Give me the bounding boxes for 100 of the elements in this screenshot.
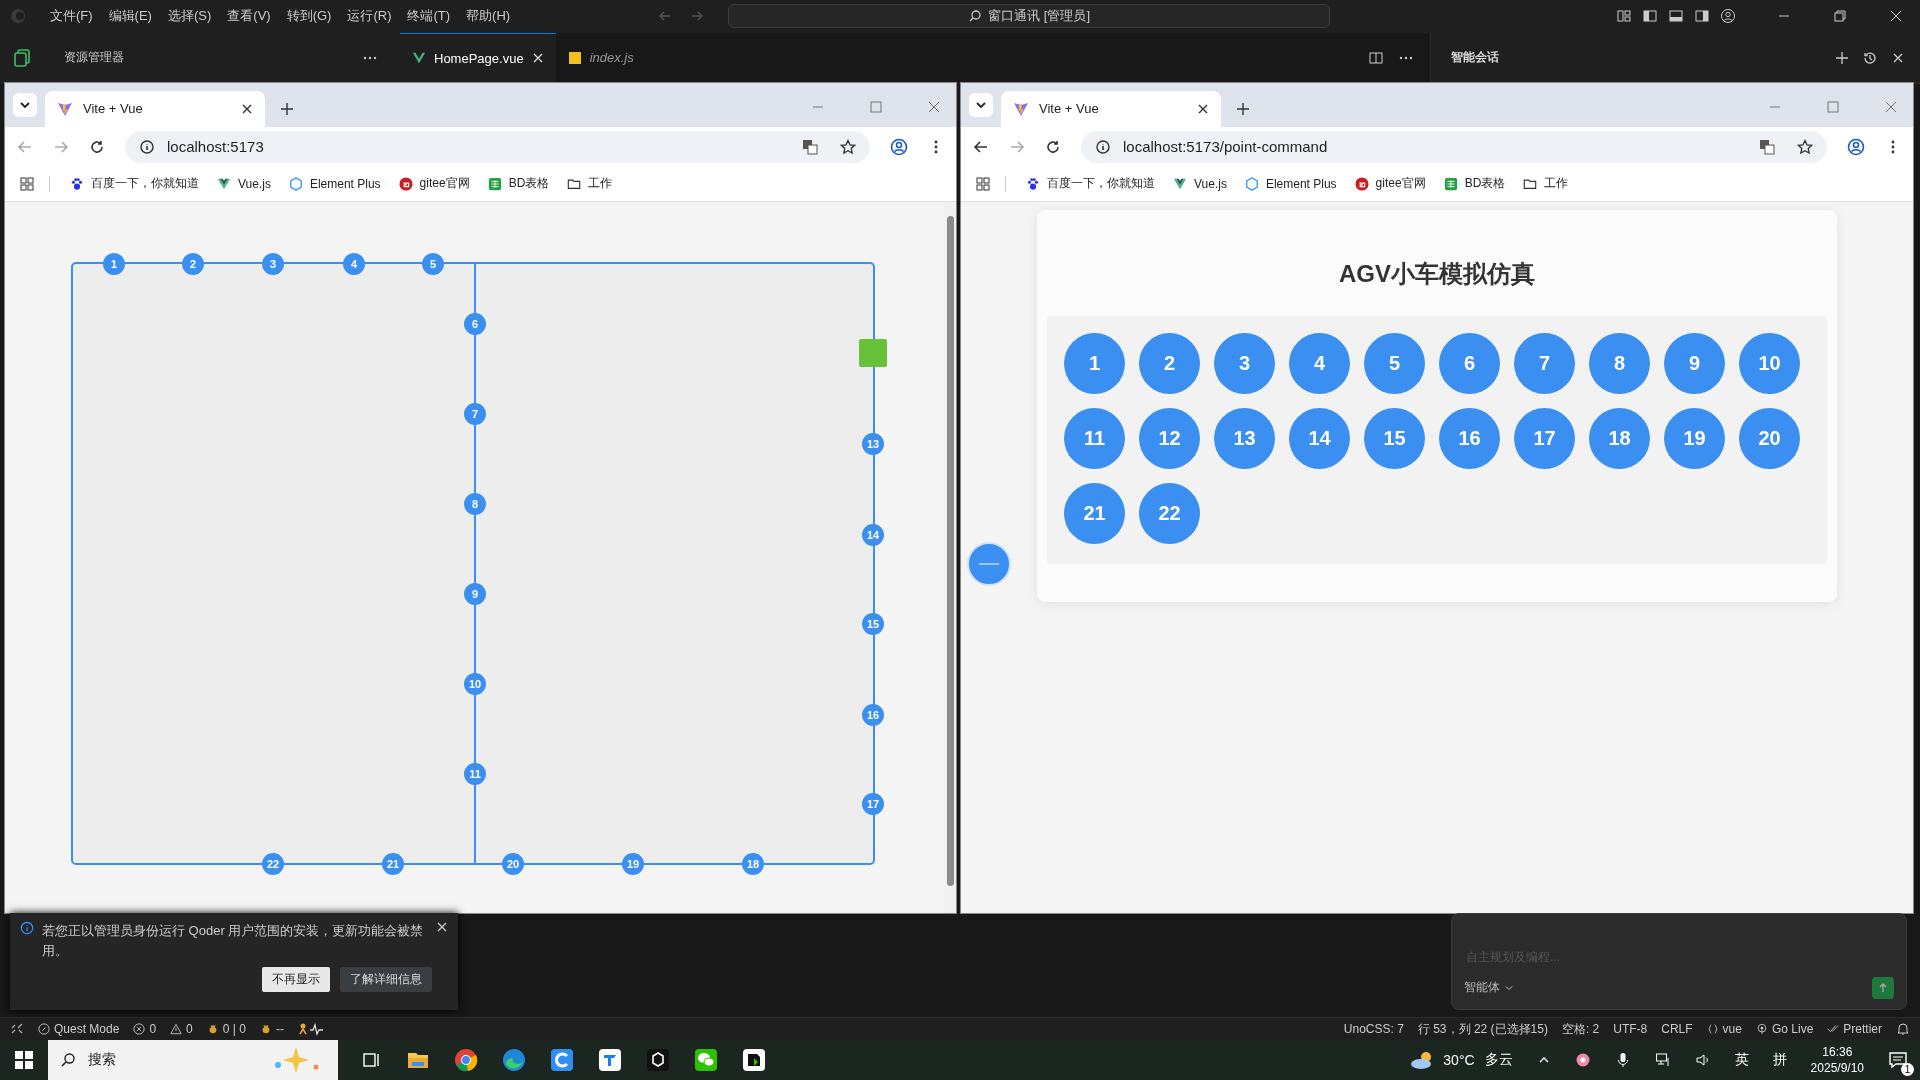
apps-grid-icon[interactable]: [19, 175, 35, 192]
info-icon[interactable]: [1095, 138, 1111, 155]
menu-item[interactable]: 运行(R): [339, 7, 400, 26]
panel-toggle-icon[interactable]: [1668, 8, 1684, 25]
status-item[interactable]: 0: [170, 1022, 193, 1036]
start-icon[interactable]: [14, 1050, 34, 1070]
star-icon[interactable]: [840, 138, 856, 155]
bookmark[interactable]: Element Plus: [282, 176, 387, 191]
bookmark[interactable]: 工作: [561, 175, 619, 193]
close-icon[interactable]: [436, 920, 448, 933]
activity-icon[interactable]: [297, 1022, 326, 1036]
menu-item[interactable]: 终端(T): [399, 7, 459, 26]
profile-icon[interactable]: [1847, 137, 1865, 156]
apps-grid-icon[interactable]: [975, 175, 991, 192]
split-editor-icon[interactable]: [1368, 49, 1384, 66]
browser-icon[interactable]: [454, 1048, 478, 1072]
close-icon[interactable]: [1197, 102, 1209, 115]
sidebar-toggle-icon[interactable]: [1642, 8, 1658, 25]
status-item[interactable]: 0: [133, 1022, 157, 1036]
remote-icon[interactable]: [10, 1022, 24, 1036]
close-icon[interactable]: [241, 102, 253, 115]
bookmark[interactable]: gitee官网: [392, 175, 476, 193]
history-icon[interactable]: [1862, 49, 1878, 66]
editor-tab[interactable]: HomePage.vue: [400, 32, 556, 83]
network-icon[interactable]: [1654, 1052, 1671, 1068]
bookmark[interactable]: 百度一下，你就知道: [64, 175, 205, 193]
plus-icon[interactable]: [1834, 49, 1850, 66]
tab-search-icon[interactable]: [969, 92, 993, 117]
input-method-indicator[interactable]: 英: [1734, 1051, 1749, 1069]
restore-icon[interactable]: [1832, 8, 1848, 25]
menu-item[interactable]: 编辑(E): [100, 7, 160, 26]
bookmark[interactable]: Vue.js: [211, 176, 277, 191]
back-arrow-icon[interactable]: [973, 138, 989, 155]
files-icon[interactable]: [12, 47, 32, 68]
translate-icon[interactable]: [802, 138, 818, 155]
browser-icon[interactable]: [502, 1048, 526, 1072]
tab-search-icon[interactable]: [13, 92, 37, 117]
bookmark[interactable]: gitee官网: [1348, 175, 1432, 193]
bookmark[interactable]: 工作: [1517, 175, 1575, 193]
menu-item[interactable]: 选择(S): [159, 7, 220, 26]
flower-icon[interactable]: [1574, 1052, 1591, 1068]
bookmark[interactable]: Vue.js: [1167, 176, 1233, 191]
volume-icon[interactable]: [1694, 1052, 1711, 1068]
menu-item[interactable]: 帮助(H): [458, 7, 519, 26]
address-bar[interactable]: localhost:5173/point-command: [1081, 130, 1827, 163]
translate-icon[interactable]: [1759, 138, 1775, 155]
menu-item[interactable]: 转到(G): [278, 7, 340, 26]
status-item[interactable]: UnoCSS: 7: [1343, 1022, 1404, 1036]
input-method-indicator[interactable]: 拼: [1772, 1051, 1787, 1069]
send-button[interactable]: [1872, 976, 1894, 999]
notification-button[interactable]: 了解详细信息: [340, 966, 432, 992]
status-item[interactable]: --: [259, 1022, 284, 1036]
status-item[interactable]: vue: [1706, 1022, 1742, 1036]
account-icon[interactable]: [1720, 8, 1736, 25]
sidebar-toggle-icon[interactable]: [1694, 8, 1710, 25]
info-icon[interactable]: [139, 138, 155, 155]
status-item[interactable]: Go Live: [1755, 1022, 1814, 1036]
address-bar[interactable]: localhost:5173: [125, 130, 870, 163]
status-item[interactable]: 0 | 0: [206, 1022, 246, 1036]
spreadsheet-icon: [1443, 176, 1458, 191]
star-icon[interactable]: [1797, 138, 1813, 155]
new-tab-icon[interactable]: [279, 100, 295, 117]
app-icon[interactable]: [646, 1048, 670, 1072]
status-item[interactable]: 行 53，列 22 (已选择15): [1417, 1020, 1548, 1038]
menu-item[interactable]: 查看(V): [219, 7, 279, 26]
new-tab-icon[interactable]: [1235, 100, 1251, 117]
browser-tab[interactable]: Vite + Vue: [45, 90, 265, 127]
browser-tab[interactable]: Vite + Vue: [1001, 90, 1221, 127]
notification-message: 若您正以管理员身份运行 Qoder 用户范围的安装，更新功能会被禁用。: [42, 921, 425, 960]
status-item[interactable]: UTF-8: [1613, 1022, 1648, 1036]
bookmark[interactable]: BD表格: [481, 175, 556, 193]
status-item[interactable]: 空格: 2: [1561, 1020, 1600, 1038]
reload-icon[interactable]: [1045, 138, 1061, 155]
task-view-icon[interactable]: [362, 1050, 382, 1070]
bookmark[interactable]: Element Plus: [1238, 176, 1343, 191]
layout-icon[interactable]: [1616, 8, 1632, 25]
taskbar-search[interactable]: 搜索: [48, 1040, 338, 1080]
status-item[interactable]: Quest Mode: [38, 1022, 120, 1036]
temperature[interactable]: 30°C: [1443, 1052, 1475, 1068]
reload-icon[interactable]: [89, 138, 105, 155]
status-item[interactable]: CRLF: [1661, 1022, 1693, 1036]
clock[interactable]: 16:36 2025/9/10: [1810, 1044, 1864, 1076]
close-icon[interactable]: [531, 52, 544, 65]
app-icon[interactable]: [598, 1048, 622, 1072]
weather-condition[interactable]: 多云: [1484, 1051, 1513, 1069]
mode-dropdown[interactable]: 智能体: [1464, 979, 1514, 997]
info-icon: [20, 920, 34, 935]
app-icon[interactable]: [742, 1048, 766, 1072]
bookmark[interactable]: BD表格: [1437, 175, 1512, 193]
notification-button[interactable]: 不再显示: [262, 966, 330, 992]
bookmark[interactable]: 百度一下，你就知道: [1020, 175, 1161, 193]
profile-icon[interactable]: [890, 137, 908, 156]
spreadsheet-icon: [487, 176, 502, 191]
bell-icon[interactable]: [1896, 1022, 1910, 1036]
status-item[interactable]: Prettier: [1827, 1022, 1882, 1036]
chat-app-icon[interactable]: [694, 1048, 718, 1072]
menu-item[interactable]: 文件(F): [42, 7, 101, 26]
command-center[interactable]: 窗口通讯 [管理员]: [728, 4, 1331, 29]
app-icon[interactable]: [550, 1048, 574, 1072]
editor-tab[interactable]: index.js: [555, 32, 646, 83]
